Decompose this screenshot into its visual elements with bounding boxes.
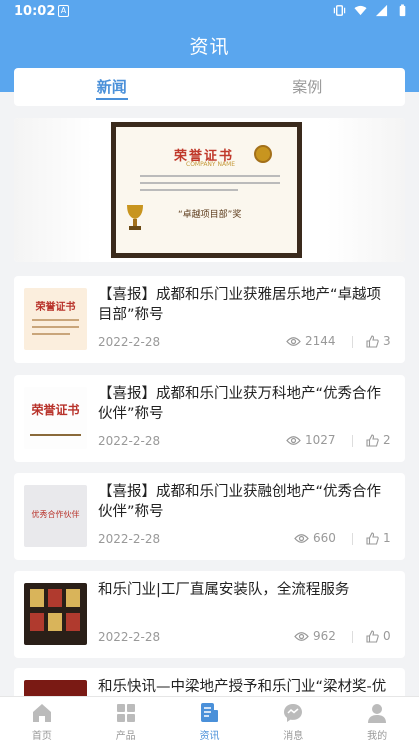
status-icons (333, 4, 409, 17)
view-count: 1027 (286, 433, 336, 447)
wifi-icon (354, 5, 367, 16)
view-count-value: 1027 (305, 433, 336, 447)
news-date: 2022-2-28 (98, 335, 161, 349)
divider (352, 533, 353, 545)
tabbar-profile[interactable]: 我的 (335, 697, 419, 744)
like-count: 1 (383, 531, 391, 545)
tabbar-profile-label: 我的 (367, 731, 388, 742)
view-count: 962 (294, 629, 336, 643)
like-button[interactable]: 3 (366, 334, 391, 348)
like-count: 3 (383, 334, 391, 348)
news-thumbnail: 荣誉证书 (24, 387, 87, 449)
news-date: 2022-2-28 (98, 630, 161, 644)
trophy-icon (127, 205, 143, 230)
chat-icon (284, 704, 303, 722)
eye-icon (286, 435, 301, 445)
thumbnail-line (30, 434, 81, 436)
view-count: 660 (294, 531, 336, 545)
tabbar-messages[interactable]: 消息 (251, 697, 335, 744)
thumbnail-caption: 荣誉证书 (31, 403, 80, 417)
eye-icon (286, 336, 301, 346)
certificate: 荣誉证书 COMPANY NAME “卓越项目部”奖 (116, 127, 297, 253)
thumbnail-line (32, 326, 79, 328)
news-thumbnail: 荣誉证书 (24, 288, 87, 350)
thumbs-up-icon (366, 334, 379, 348)
thumbnail-plaque (66, 589, 80, 607)
signal-icon (375, 4, 388, 17)
tabbar-home-label: 首页 (31, 731, 52, 742)
vibrate-icon (333, 5, 346, 16)
news-card[interactable]: 和乐门业|工厂直属安装队，全流程服务 2022-2-28 962 0 (14, 571, 405, 658)
home-icon (32, 704, 51, 722)
like-button[interactable]: 1 (366, 531, 391, 545)
news-card[interactable]: 荣誉证书 【喜报】成都和乐门业获雅居乐地产“卓越项目部”称号 2022-2-28… (14, 276, 405, 363)
tab-news[interactable]: 新闻 (14, 68, 210, 106)
tab-bar: 新闻 案例 (14, 68, 405, 106)
bottom-tab-bar: 首页 产品 资讯 消息 我的 (0, 696, 419, 744)
thumbnail-line (32, 319, 79, 321)
thumbnail-line (32, 333, 70, 335)
news-icon (201, 703, 219, 722)
certificate-subtitle: COMPANY NAME (186, 161, 236, 168)
tab-cases[interactable]: 案例 (210, 68, 406, 106)
like-count: 2 (383, 433, 391, 447)
tabbar-news[interactable]: 资讯 (168, 697, 252, 744)
news-card[interactable]: 荣誉证书 【喜报】成都和乐门业获万科地产“优秀合作伙伴”称号 2022-2-28… (14, 375, 405, 462)
certificate-text-lines (140, 175, 280, 196)
user-icon (368, 704, 387, 723)
tabbar-products[interactable]: 产品 (84, 697, 168, 744)
news-thumbnail: 优秀合作伙伴 (24, 485, 87, 547)
status-bar: 10:02 A (0, 0, 419, 24)
view-count-value: 660 (313, 531, 336, 545)
news-thumbnail (24, 583, 87, 645)
thumbnail-plaque (48, 589, 62, 607)
news-title: 【喜报】成都和乐门业获万科地产“优秀合作伙伴”称号 (98, 386, 382, 422)
tabbar-news-label: 资讯 (199, 731, 220, 742)
thumbnail-plaque (66, 613, 80, 631)
certificate-award: “卓越项目部”奖 (178, 210, 242, 220)
status-time: 10:02 (14, 4, 56, 19)
news-title: 【喜报】成都和乐门业获融创地产“优秀合作伙伴”称号 (98, 484, 382, 520)
view-count-value: 2144 (305, 334, 336, 348)
thumbs-up-icon (366, 629, 379, 643)
divider (352, 631, 353, 643)
like-button[interactable]: 0 (366, 629, 391, 643)
news-title: 【喜报】成都和乐门业获雅居乐地产“卓越项目部”称号 (98, 287, 382, 323)
news-date: 2022-2-28 (98, 434, 161, 448)
thumbnail-caption: 优秀合作伙伴 (31, 510, 80, 519)
eye-icon (294, 533, 309, 543)
grid-icon (116, 704, 135, 722)
news-title: 和乐门业|工厂直属安装队，全流程服务 (98, 582, 350, 598)
thumbs-up-icon (366, 531, 379, 545)
tabbar-messages-label: 消息 (283, 731, 304, 742)
divider (352, 435, 353, 447)
like-button[interactable]: 2 (366, 433, 391, 447)
medal-icon (254, 145, 272, 163)
news-date: 2022-2-28 (98, 532, 161, 546)
view-count-value: 962 (313, 629, 336, 643)
view-count: 2144 (286, 334, 336, 348)
divider (352, 336, 353, 348)
news-card[interactable]: 优秀合作伙伴 【喜报】成都和乐门业获融创地产“优秀合作伙伴”称号 2022-2-… (14, 473, 405, 560)
eye-icon (294, 631, 309, 641)
thumbs-up-icon (366, 433, 379, 447)
thumbnail-plaque (48, 613, 62, 631)
battery-icon (399, 4, 406, 17)
tabbar-home[interactable]: 首页 (0, 697, 84, 744)
thumbnail-plaque (30, 589, 44, 607)
sim-icon: A (58, 5, 69, 17)
certificate-frame: 荣誉证书 COMPANY NAME “卓越项目部”奖 (111, 122, 302, 258)
thumbnail-caption: 荣誉证书 (35, 302, 76, 313)
banner-image[interactable]: 荣誉证书 COMPANY NAME “卓越项目部”奖 (14, 118, 405, 262)
page-title: 资讯 (189, 36, 230, 58)
thumbnail-plaque (30, 613, 44, 631)
tabbar-products-label: 产品 (115, 731, 136, 742)
like-count: 0 (383, 629, 391, 643)
